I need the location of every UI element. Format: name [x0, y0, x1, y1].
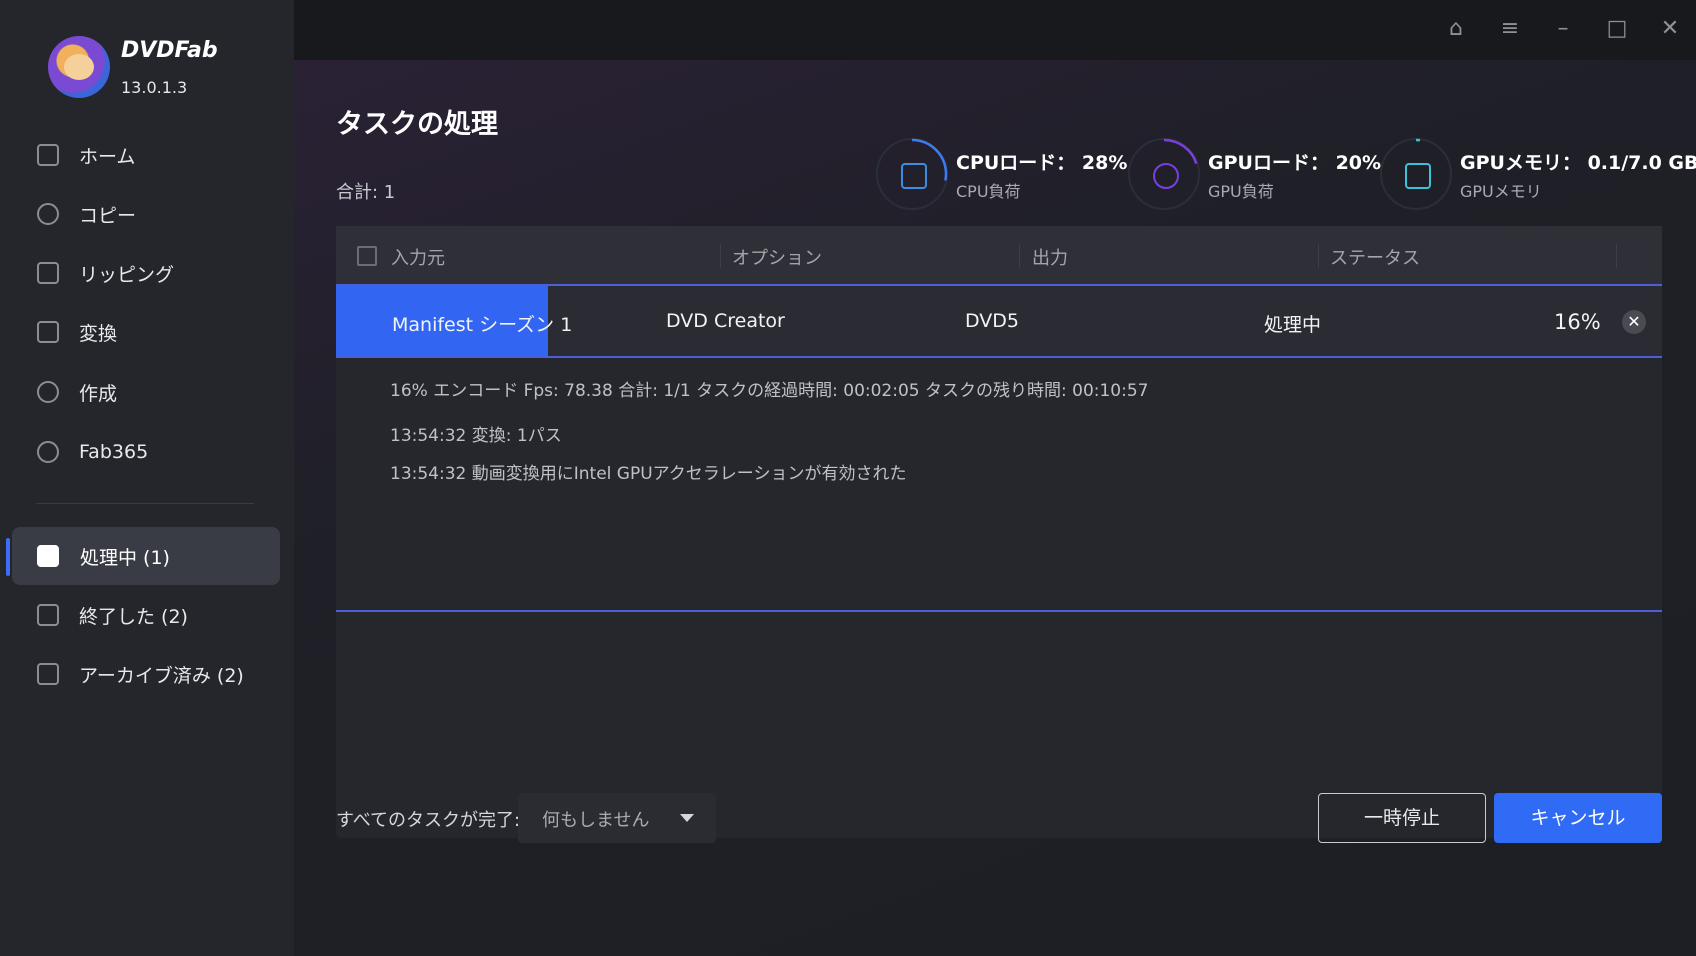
task-option: DVD Creator: [666, 310, 785, 332]
sidebar-item-creator[interactable]: 作成: [0, 363, 294, 421]
after-done-label: すべてのタスクが完了:: [336, 810, 521, 831]
gpu-gauge: [1128, 138, 1200, 210]
home-icon: [37, 144, 59, 166]
log-line: 16% エンコード Fps: 78.38 合計: 1/1 タスクの経過時間: 0…: [390, 381, 1149, 401]
brand-name: DVDFab: [121, 38, 218, 63]
sidebar-item-label: Fab365: [79, 441, 149, 463]
skin-icon[interactable]: ⌂: [1443, 16, 1469, 42]
gpu-memory-sub: GPUメモリ: [1460, 182, 1542, 201]
sidebar-item-home[interactable]: ホーム: [0, 126, 294, 184]
task-status: 処理中: [1264, 314, 1322, 336]
close-icon[interactable]: ✕: [1657, 16, 1683, 42]
log-line: 13:54:32 動画変換用にIntel GPUアクセラレーションが有効された: [390, 464, 907, 484]
sidebar-item-copy[interactable]: コピー: [0, 185, 294, 243]
title-bar: ⌂ ≡ – □ ✕: [294, 0, 1696, 60]
chevron-down-icon: [680, 814, 694, 822]
creator-icon: [37, 381, 59, 403]
cpu-gauge: [876, 138, 948, 210]
header-output: 出力: [1032, 248, 1068, 269]
task-total: 合計: 1: [336, 182, 396, 203]
minimize-icon[interactable]: –: [1550, 16, 1576, 42]
gpu-memory-gauge: [1380, 138, 1452, 210]
sidebar-item-label: コピー: [79, 204, 137, 227]
sidebar-item-label: 処理中 (1): [80, 546, 170, 569]
header-source: 入力元: [391, 248, 445, 269]
page-title: タスクの処理: [336, 109, 498, 140]
archive-icon: [37, 663, 59, 685]
header-option: オプション: [732, 248, 822, 269]
ripper-icon: [37, 262, 59, 284]
sidebar-item-label: 終了した (2): [79, 605, 188, 628]
sidebar-item-label: アーカイブ済み (2): [79, 664, 244, 687]
gpu-load-label: GPUロード： 20%: [1208, 152, 1382, 174]
gpu-memory-icon: [1405, 163, 1431, 189]
task-table: 入力元 オプション 出力 ステータス Manifest シーズン 1 DVD C…: [336, 226, 1662, 838]
sidebar-item-label: 変換: [79, 322, 118, 345]
header-separator: [1318, 244, 1319, 268]
sidebar: DVDFab 13.0.1.3 ホーム コピー リッピング 変換 作成 Fab3…: [0, 0, 294, 956]
fab365-icon: [37, 441, 59, 463]
sidebar-divider: [36, 503, 254, 504]
cancel-button[interactable]: キャンセル: [1494, 793, 1662, 843]
sidebar-item-finished[interactable]: 終了した (2): [0, 586, 294, 644]
task-log: 16% エンコード Fps: 78.38 合計: 1/1 タスクの経過時間: 0…: [336, 358, 1662, 612]
sidebar-item-label: 作成: [79, 382, 118, 405]
gpu-stat: GPUロード： 20% GPU負荷: [1128, 138, 1381, 214]
after-done-select[interactable]: 何もしません: [518, 793, 716, 843]
cpu-load-sub: CPU負荷: [956, 182, 1021, 201]
table-header: 入力元 オプション 出力 ステータス: [336, 226, 1662, 286]
sidebar-item-ripper[interactable]: リッピング: [0, 244, 294, 302]
converter-icon: [37, 321, 59, 343]
cpu-stat: CPUロード： 28% CPU負荷: [876, 138, 1127, 214]
maximize-icon[interactable]: □: [1604, 16, 1630, 42]
remove-task-icon[interactable]: ✕: [1622, 310, 1646, 334]
pause-button[interactable]: 一時停止: [1318, 793, 1486, 843]
task-output: DVD5: [965, 310, 1020, 332]
sidebar-item-archived[interactable]: アーカイブ済み (2): [0, 645, 294, 703]
header-separator: [1616, 244, 1617, 268]
sidebar-item-fab365[interactable]: Fab365: [0, 423, 294, 481]
menu-icon[interactable]: ≡: [1497, 16, 1523, 42]
select-all-checkbox[interactable]: [357, 246, 377, 266]
table-row[interactable]: Manifest シーズン 1 DVD Creator DVD5 処理中 16%…: [336, 286, 1662, 358]
copy-icon: [37, 203, 59, 225]
main-panel: タスクの処理 合計: 1 CPUロード： 28% CPU負荷 GPUロード： 2…: [294, 60, 1696, 956]
sidebar-item-label: リッピング: [79, 263, 175, 286]
log-line: 13:54:32 変換: 1パス: [390, 426, 562, 446]
header-separator: [1019, 244, 1020, 268]
gpu-load-sub: GPU負荷: [1208, 182, 1274, 201]
dvdfab-logo: [48, 36, 110, 98]
app-window: DVDFab 13.0.1.3 ホーム コピー リッピング 変換 作成 Fab3…: [0, 0, 1696, 956]
gpu-memory-stat: GPUメモリ： 0.1/7.0 GB GPUメモリ: [1380, 138, 1696, 214]
cpu-icon: [901, 163, 927, 189]
cpu-load-label: CPUロード： 28%: [956, 152, 1128, 174]
sidebar-item-converter[interactable]: 変換: [0, 303, 294, 361]
task-source: Manifest シーズン 1: [392, 314, 573, 336]
sidebar-item-label: ホーム: [79, 145, 136, 168]
header-status: ステータス: [1330, 248, 1420, 269]
finished-icon: [37, 604, 59, 626]
processing-icon: [37, 545, 59, 567]
intel-gpu-icon: [1153, 163, 1179, 189]
active-indicator: [6, 538, 10, 576]
sidebar-item-processing[interactable]: 処理中 (1): [12, 527, 280, 585]
task-percent: 16%: [1554, 310, 1601, 334]
gpu-memory-label: GPUメモリ： 0.1/7.0 GB: [1460, 152, 1696, 174]
app-version: 13.0.1.3: [121, 78, 188, 97]
header-separator: [720, 244, 721, 268]
after-done-value: 何もしません: [542, 810, 650, 831]
